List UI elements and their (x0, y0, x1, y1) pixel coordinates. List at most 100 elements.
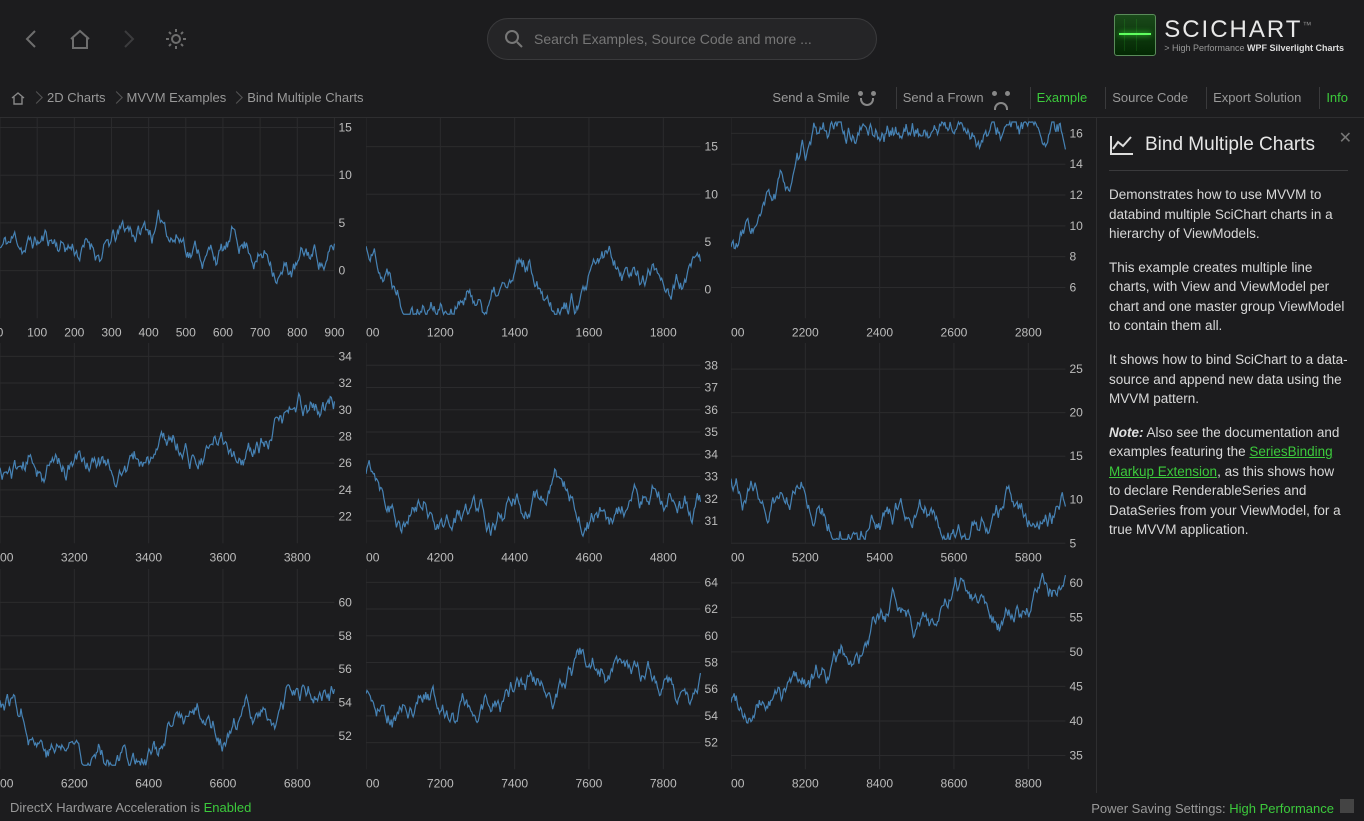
svg-text:54: 54 (704, 709, 718, 723)
svg-text:15: 15 (704, 140, 718, 154)
chart-7[interactable]: 7000720074007600780052545658606264 (366, 569, 731, 793)
svg-text:7400: 7400 (501, 776, 528, 790)
svg-text:60: 60 (704, 628, 718, 642)
svg-text:10: 10 (704, 187, 718, 201)
chart-8[interactable]: 80008200840086008800354045505560 (731, 569, 1096, 793)
breadcrumb-item-0[interactable]: 2D Charts (47, 90, 106, 105)
svg-text:14: 14 (1070, 157, 1084, 171)
chart-6[interactable]: 600062006400660068005254565860 (0, 569, 365, 793)
chart-4[interactable]: 400042004400460048003132333435363738 (366, 343, 731, 567)
svg-text:10: 10 (338, 168, 352, 182)
chart-1[interactable]: 10001200140016001800051015 (366, 118, 731, 342)
search-box[interactable] (487, 18, 877, 60)
svg-text:3800: 3800 (284, 551, 311, 565)
tab-info[interactable]: Info (1319, 87, 1354, 109)
acceleration-status: Enabled (204, 800, 252, 815)
svg-text:8600: 8600 (941, 776, 968, 790)
svg-text:35: 35 (1070, 748, 1084, 762)
svg-text:7200: 7200 (427, 776, 454, 790)
svg-text:3000: 3000 (0, 551, 14, 565)
svg-text:56: 56 (704, 682, 718, 696)
breadcrumb: 2D Charts MVVM Examples Bind Multiple Ch… (10, 90, 364, 105)
svg-text:1200: 1200 (427, 325, 454, 339)
svg-text:8: 8 (1070, 250, 1077, 264)
svg-text:800: 800 (287, 325, 307, 339)
svg-text:4200: 4200 (427, 551, 454, 565)
svg-text:33: 33 (704, 470, 718, 484)
svg-text:2400: 2400 (867, 325, 894, 339)
svg-text:54: 54 (338, 695, 352, 709)
svg-text:400: 400 (139, 325, 159, 339)
settings-button[interactable] (162, 25, 190, 53)
info-paragraph: Note: Also see the documentation and exa… (1109, 423, 1348, 540)
search-input[interactable] (534, 31, 860, 47)
search-icon (504, 29, 524, 49)
svg-text:6000: 6000 (0, 776, 14, 790)
svg-text:35: 35 (704, 425, 718, 439)
chart-3[interactable]: 3000320034003600380022242628303234 (0, 343, 365, 567)
send-frown-button[interactable]: Send a Frown (896, 87, 1018, 109)
info-paragraph: It shows how to bind SciChart to a data-… (1109, 350, 1348, 409)
breadcrumb-item-2[interactable]: Bind Multiple Charts (247, 90, 363, 105)
svg-text:58: 58 (704, 655, 718, 669)
svg-text:5000: 5000 (731, 551, 745, 565)
svg-text:5200: 5200 (792, 551, 819, 565)
svg-text:36: 36 (704, 403, 718, 417)
breadcrumb-home[interactable] (10, 91, 26, 105)
svg-text:38: 38 (704, 359, 718, 373)
svg-text:7000: 7000 (366, 776, 380, 790)
chart-5[interactable]: 50005200540056005800510152025 (731, 343, 1096, 567)
svg-text:58: 58 (338, 628, 352, 642)
svg-text:32: 32 (704, 492, 718, 506)
power-indicator-icon (1340, 799, 1354, 813)
svg-text:4600: 4600 (575, 551, 602, 565)
back-button[interactable] (18, 25, 46, 53)
svg-text:5: 5 (338, 216, 345, 230)
svg-text:4800: 4800 (649, 551, 676, 565)
chart-2[interactable]: 200022002400260028006810121416 (731, 118, 1096, 342)
svg-text:8200: 8200 (792, 776, 819, 790)
svg-text:3400: 3400 (135, 551, 162, 565)
svg-text:5: 5 (704, 235, 711, 249)
power-setting: High Performance (1229, 801, 1334, 816)
forward-button[interactable] (114, 25, 142, 53)
svg-text:8000: 8000 (731, 776, 745, 790)
chart-0[interactable]: 0100200300400500600700800900051015 (0, 118, 365, 342)
svg-text:32: 32 (338, 376, 352, 390)
svg-text:500: 500 (176, 325, 196, 339)
svg-text:7600: 7600 (575, 776, 602, 790)
close-icon[interactable]: ✕ (1339, 128, 1352, 148)
svg-text:6: 6 (1070, 281, 1077, 295)
svg-text:5600: 5600 (941, 551, 968, 565)
svg-text:55: 55 (1070, 610, 1084, 624)
svg-text:56: 56 (338, 662, 352, 676)
svg-text:28: 28 (338, 430, 352, 444)
brand-name: SCICHART (1164, 16, 1302, 43)
info-paragraph: Demonstrates how to use MVVM to databind… (1109, 185, 1348, 244)
breadcrumb-item-1[interactable]: MVVM Examples (127, 90, 227, 105)
home-button[interactable] (66, 25, 94, 53)
svg-text:15: 15 (1070, 450, 1084, 464)
tab-export-solution[interactable]: Export Solution (1206, 87, 1307, 109)
svg-text:300: 300 (101, 325, 121, 339)
svg-text:8400: 8400 (867, 776, 894, 790)
svg-text:4000: 4000 (366, 551, 380, 565)
svg-text:1800: 1800 (649, 325, 676, 339)
svg-text:900: 900 (324, 325, 344, 339)
svg-text:22: 22 (338, 510, 352, 524)
svg-text:1400: 1400 (501, 325, 528, 339)
send-smile-button[interactable]: Send a Smile (766, 87, 883, 109)
svg-text:15: 15 (338, 121, 352, 135)
frown-icon (990, 89, 1012, 107)
svg-text:0: 0 (338, 264, 345, 278)
svg-text:25: 25 (1070, 362, 1084, 376)
svg-text:52: 52 (338, 729, 352, 743)
svg-text:24: 24 (338, 483, 352, 497)
tab-example[interactable]: Example (1030, 87, 1094, 109)
svg-text:6200: 6200 (61, 776, 88, 790)
tab-source-code[interactable]: Source Code (1105, 87, 1194, 109)
svg-text:26: 26 (338, 457, 352, 471)
svg-text:2600: 2600 (941, 325, 968, 339)
brand-logo: SCICHART™ > High Performance WPF Silverl… (1114, 14, 1344, 56)
svg-text:5: 5 (1070, 537, 1077, 551)
